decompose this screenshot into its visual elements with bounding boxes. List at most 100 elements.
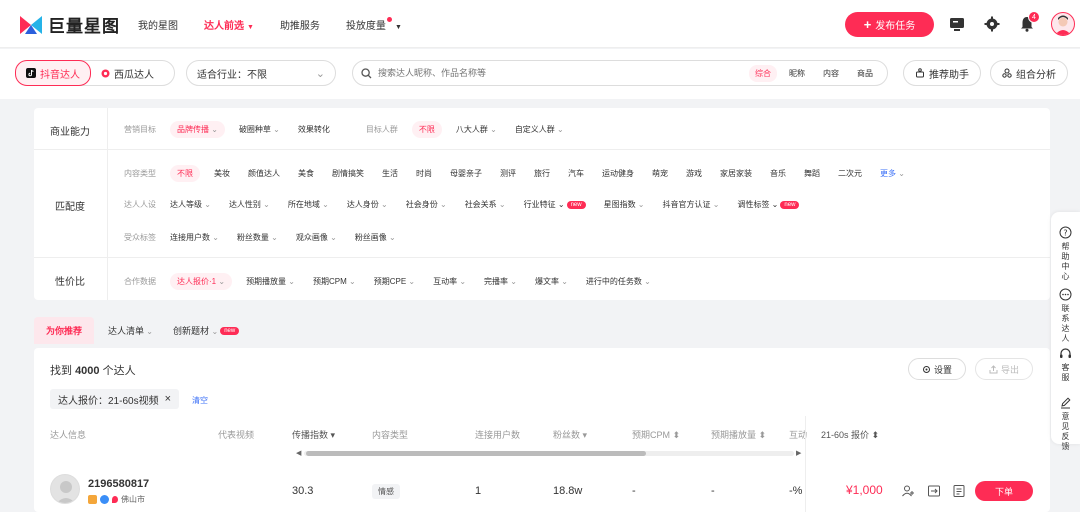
crowd-custom-option[interactable]: 自定义人群 xyxy=(515,124,564,135)
coop-tasks-dropdown[interactable]: 进行中的任务数 xyxy=(586,276,651,287)
user-avatar[interactable] xyxy=(1051,12,1075,36)
table-horizontal-scrollbar[interactable]: ◀ ▶ xyxy=(296,449,802,457)
content-type-option[interactable]: 萌宠 xyxy=(652,168,668,179)
content-type-option[interactable]: 游戏 xyxy=(686,168,702,179)
settings-button[interactable]: 设置 xyxy=(908,358,966,380)
crowd-eight-option[interactable]: 八大人群 xyxy=(456,124,497,135)
scope-content[interactable]: 内容 xyxy=(817,65,845,82)
content-type-option[interactable]: 生活 xyxy=(382,168,398,179)
content-type-option[interactable]: 剧情搞笑 xyxy=(332,168,364,179)
gear-icon[interactable] xyxy=(983,15,1001,33)
combo-analysis-button[interactable]: 组合分析 xyxy=(990,60,1068,86)
more-content-types-button[interactable]: 更多 xyxy=(880,168,905,179)
monitor-icon[interactable] xyxy=(948,15,966,33)
coop-interaction-dropdown[interactable]: 互动率 xyxy=(433,276,466,287)
export-button[interactable]: 导出 xyxy=(975,358,1033,380)
content-type-option[interactable]: 美食 xyxy=(298,168,314,179)
help-center-button[interactable]: ? 帮助中心 xyxy=(1051,226,1080,282)
coop-cpm-dropdown[interactable]: 预期CPM xyxy=(313,276,356,287)
crowd-any-option[interactable]: 不限 xyxy=(411,121,442,138)
persona-tone-dropdown[interactable]: 调性标签 ⌄ new xyxy=(737,199,800,210)
search-input[interactable] xyxy=(378,68,749,78)
industry-select[interactable]: 适合行业：不限 ⌄ xyxy=(186,60,336,86)
coop-cpe-dropdown[interactable]: 预期CPE xyxy=(374,276,415,287)
scope-nickname[interactable]: 昵称 xyxy=(783,65,811,82)
nav-label: 助推服务 xyxy=(279,21,320,32)
content-type-option[interactable]: 旅行 xyxy=(534,168,550,179)
filter-label: 达人人设 xyxy=(124,200,156,209)
compare-icon[interactable] xyxy=(927,484,941,498)
coop-price-dropdown[interactable]: 达人报价·1 xyxy=(170,273,233,290)
platform-xigua-tab[interactable]: 西瓜达人 xyxy=(91,61,164,85)
content-type-option[interactable]: 运动健身 xyxy=(602,168,634,179)
persona-identity-dropdown[interactable]: 达人身份 xyxy=(347,199,388,210)
coop-plays-dropdown[interactable]: 预期播放量 xyxy=(246,276,295,287)
headset-icon xyxy=(1060,348,1071,358)
contact-talent-button[interactable]: 联系达人 xyxy=(1051,288,1080,344)
column-fans[interactable]: 粉丝数 ▾ xyxy=(553,428,587,441)
content-type-option[interactable]: 测评 xyxy=(500,168,516,179)
content-type-option[interactable]: 颜值达人 xyxy=(248,168,280,179)
nav-talent-select[interactable]: 达人前选 ▼ xyxy=(204,17,254,32)
nav-boost-service[interactable]: 助推服务 xyxy=(280,17,320,32)
scope-product[interactable]: 商品 xyxy=(851,65,879,82)
content-type-option[interactable]: 不限 xyxy=(170,165,200,182)
content-type-option[interactable]: 音乐 xyxy=(770,168,786,179)
tab-innovative-topics[interactable]: 创新题材 ⌄ new xyxy=(172,324,240,337)
tab-recommend-for-you[interactable]: 为你推荐 xyxy=(34,316,95,344)
report-icon[interactable] xyxy=(952,484,966,498)
nav-my-xingtu[interactable]: 我的星图 xyxy=(138,17,178,32)
persona-certified-dropdown[interactable]: 抖音官方认证 xyxy=(663,199,720,210)
recommend-assistant-button[interactable]: 推荐助手 xyxy=(903,60,981,86)
persona-region-dropdown[interactable]: 所在地域 xyxy=(288,199,329,210)
persona-social-relation-dropdown[interactable]: 社会关系 xyxy=(465,199,506,210)
divider xyxy=(34,149,1050,150)
audience-fans-dropdown[interactable]: 粉丝数量 xyxy=(237,232,278,243)
scroll-left-icon[interactable]: ◀ xyxy=(296,449,301,457)
persona-index-dropdown[interactable]: 星图指数 xyxy=(604,199,645,210)
content-type-option[interactable]: 时尚 xyxy=(416,168,432,179)
content-type-option[interactable]: 美妆 xyxy=(214,168,230,179)
coop-viral-dropdown[interactable]: 爆文率 xyxy=(535,276,568,287)
order-button[interactable]: 下单 xyxy=(975,481,1033,501)
add-user-icon[interactable] xyxy=(901,484,915,498)
filter-row-coop: 合作数据 达人报价·1 预期播放量 预期CPM 预期CPE 互动率 完播率 爆文… xyxy=(124,273,669,290)
nav-ad-measure[interactable]: 投放度量 ▼ xyxy=(346,17,402,32)
audience-connections-dropdown[interactable]: 连接用户数 xyxy=(170,232,219,243)
tab-label: 创新题材 xyxy=(172,325,209,336)
close-icon[interactable]: × xyxy=(165,393,171,405)
content-type-option[interactable]: 母婴亲子 xyxy=(450,168,482,179)
column-spread-index[interactable]: 传播指数 ▾ xyxy=(292,428,335,441)
tab-talent-list[interactable]: 达人清单 xyxy=(108,324,153,337)
persona-level-dropdown[interactable]: 达人等级 xyxy=(170,199,211,210)
content-type-option[interactable]: 二次元 xyxy=(838,168,862,179)
content-type-option[interactable]: 舞蹈 xyxy=(804,168,820,179)
caret-down-icon: ▼ xyxy=(247,24,254,31)
publish-task-button[interactable]: + 发布任务 xyxy=(845,12,934,37)
brand-logo[interactable]: 巨量星图 xyxy=(18,12,120,37)
column-plays[interactable]: 预期播放量 ⬍ xyxy=(711,428,766,441)
audience-viewer-portrait-dropdown[interactable]: 观众画像 xyxy=(296,232,337,243)
audience-fan-portrait-dropdown[interactable]: 粉丝画像 xyxy=(355,232,396,243)
persona-social-identity-dropdown[interactable]: 社会身份 xyxy=(406,199,447,210)
avatar[interactable] xyxy=(50,474,80,504)
coop-completion-dropdown[interactable]: 完播率 xyxy=(484,276,517,287)
column-cpm[interactable]: 预期CPM ⬍ xyxy=(632,428,680,441)
content-type-option[interactable]: 家居家装 xyxy=(720,168,752,179)
goal-brand-option[interactable]: 品牌传播 xyxy=(170,121,225,138)
column-price[interactable]: 21-60s 报价 ⬍ xyxy=(821,428,879,441)
clear-filters-link[interactable]: 清空 xyxy=(192,395,208,406)
goal-seeding-option[interactable]: 破圈种草 xyxy=(239,124,280,135)
scroll-thumb[interactable] xyxy=(306,451,646,456)
scope-all[interactable]: 综合 xyxy=(749,64,777,82)
goal-conversion-option[interactable]: 效果转化 xyxy=(298,124,330,135)
scroll-right-icon[interactable]: ▶ xyxy=(796,449,801,457)
cell-fans: 18.8w xyxy=(553,485,583,497)
customer-service-button[interactable]: 客服 xyxy=(1051,347,1080,383)
content-type-option[interactable]: 汽车 xyxy=(568,168,584,179)
talent-id[interactable]: 2196580817 xyxy=(88,478,149,490)
persona-industry-dropdown[interactable]: 行业特征 ⌄ new xyxy=(524,199,586,210)
platform-douyin-tab[interactable]: 抖音达人 xyxy=(15,60,91,86)
feedback-button[interactable]: 意见反馈 xyxy=(1051,396,1080,452)
persona-gender-dropdown[interactable]: 达人性别 xyxy=(229,199,270,210)
